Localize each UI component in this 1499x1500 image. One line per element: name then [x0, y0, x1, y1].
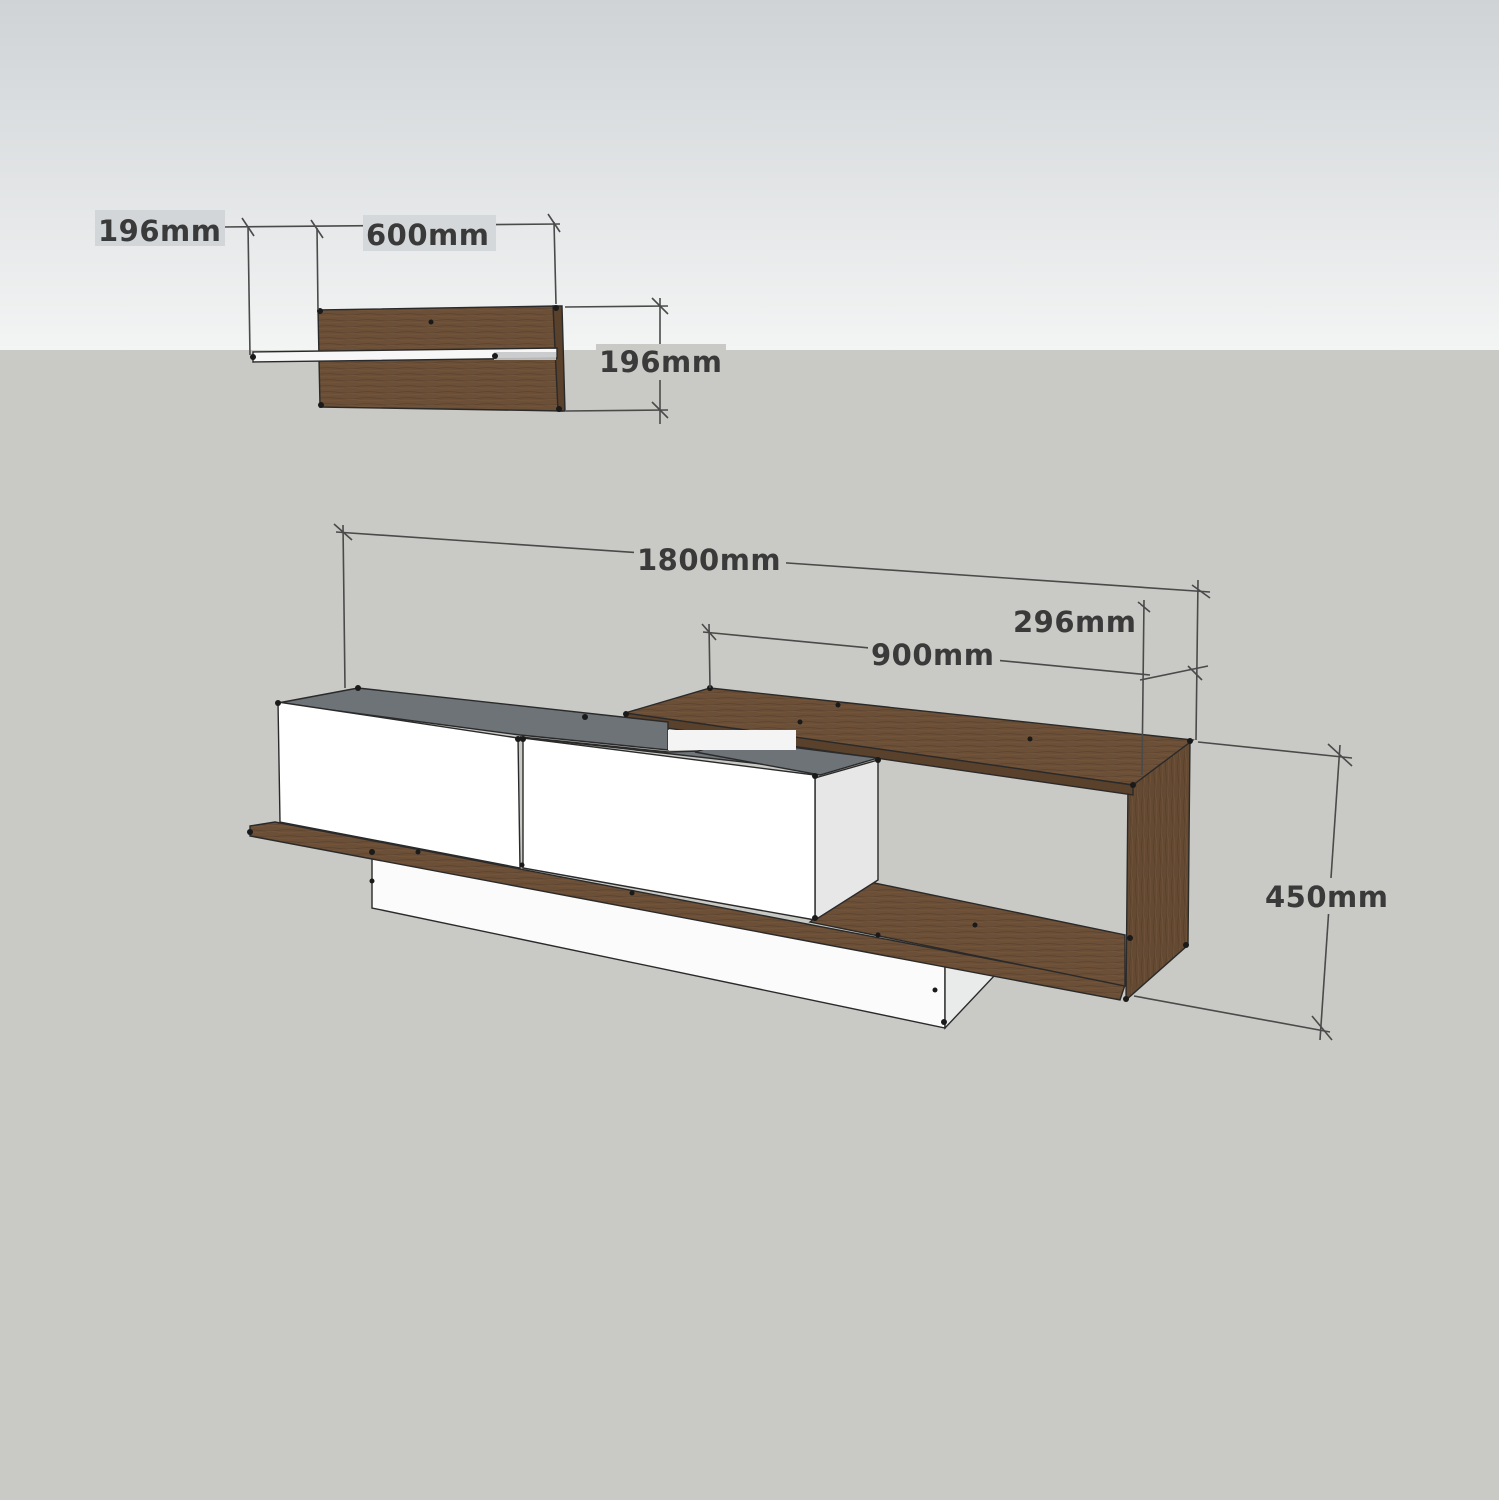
label-wall-shelf-width: 600mm: [366, 218, 489, 252]
wall-background: [0, 0, 1499, 350]
tv-unit-inner-strip: [668, 730, 796, 750]
label-unit-top-depth: 296mm: [1013, 605, 1136, 639]
diagram-stage: 196mm 600mm 196mm 1800mm 296mm 900mm 450…: [0, 0, 1499, 1500]
label-wall-shelf-depth: 196mm: [98, 214, 221, 248]
label-unit-top-width: 900mm: [871, 638, 994, 672]
label-unit-total-width: 1800mm: [637, 543, 781, 577]
label-unit-height: 450mm: [1265, 880, 1388, 914]
furniture-dimension-diagram: 196mm 600mm 196mm 1800mm 296mm 900mm 450…: [0, 0, 1499, 1500]
wall-shelf-shadow: [494, 352, 556, 360]
label-wall-shelf-height: 196mm: [599, 345, 722, 379]
